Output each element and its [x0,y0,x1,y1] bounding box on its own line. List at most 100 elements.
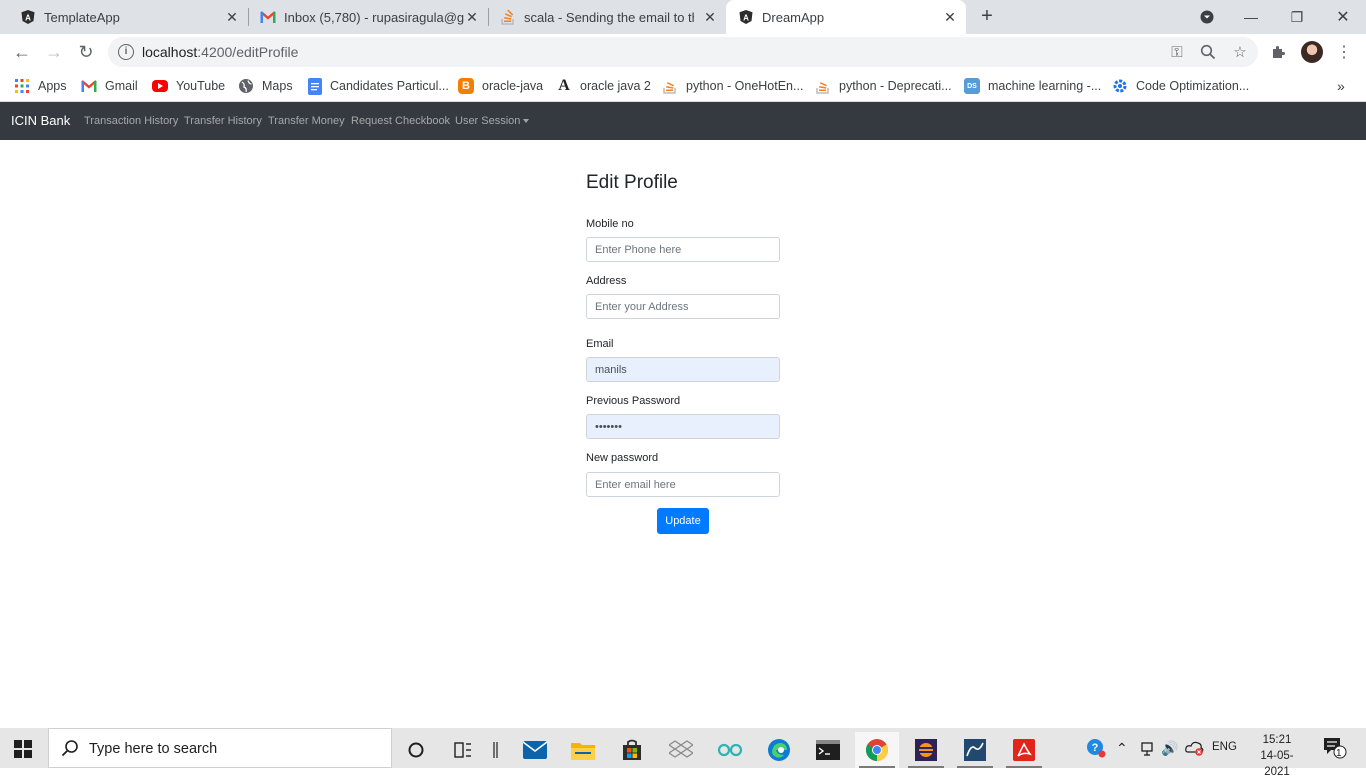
bookmark-oracle-java-2[interactable]: A oracle java 2 [556,76,651,96]
tab-templateapp[interactable]: A TemplateApp ✕ [8,0,248,34]
notification-center-icon[interactable] [1323,737,1347,762]
help-icon[interactable]: ? [1086,738,1106,761]
browser-tab-strip: A TemplateApp ✕ Inbox (5,780) - rupasira… [0,0,1366,34]
new-password-label: New password [586,452,659,464]
email-label: Email [586,338,614,350]
forward-arrow-icon[interactable]: → [40,38,68,66]
url-text[interactable]: localhost:4200/editProfile [142,44,298,60]
stackoverflow-icon [662,78,678,94]
nav-transfer-history[interactable]: Transfer History [184,115,262,127]
gmail-icon [81,78,97,94]
bookmark-oracle-java[interactable]: B oracle-java [458,76,543,96]
font-a-icon: A [558,77,570,94]
zoom-icon[interactable] [1199,43,1217,61]
bookmark-python-onehot[interactable]: python - OneHotEn... [662,76,803,96]
windows-start-icon[interactable] [14,740,32,758]
stackoverflow-icon [815,78,831,94]
browser-toolbar: ← → ↻ i localhost:4200/editProfile ⚿ ☆ ⋮ [0,34,1366,70]
mobile-label: Mobile no [586,218,634,230]
caret-down-icon [523,119,530,124]
close-tab-icon[interactable]: ✕ [464,9,480,25]
update-button[interactable]: Update [657,508,709,534]
onedrive-error-icon[interactable] [1185,740,1205,759]
tab-dreamapp[interactable]: A DreamApp ✕ [726,0,966,34]
acrobat-reader-icon[interactable] [1002,732,1046,768]
eclipse-ide-icon[interactable] [904,732,948,768]
new-password-input[interactable] [586,472,780,497]
minimize-button[interactable]: — [1228,0,1274,34]
close-tab-icon[interactable]: ✕ [224,9,240,25]
microsoft-store-icon[interactable] [610,732,654,768]
chrome-icon[interactable] [855,732,899,768]
chrome-menu-icon[interactable]: ⋮ [1334,42,1354,62]
address-input[interactable] [586,294,780,319]
more-bookmarks-chevron-icon[interactable]: » [1337,76,1345,96]
address-bar[interactable]: i localhost:4200/editProfile ⚿ ☆ [108,37,1258,67]
cortana-icon[interactable] [394,732,438,768]
file-explorer-icon[interactable] [561,732,605,768]
arduino-icon[interactable] [708,732,752,768]
bookmark-maps[interactable]: Maps [238,76,293,96]
nav-request-checkbook[interactable]: Request Checkbook [351,115,450,127]
nav-user-session-dropdown[interactable]: User Session [455,115,530,127]
angular-icon: A [738,9,754,25]
taskbar-search-box[interactable]: Type here to search [48,728,392,768]
bookmark-code-optimization[interactable]: Code Optimization... [1112,76,1249,96]
site-info-icon[interactable]: i [118,44,134,60]
close-tab-icon[interactable]: ✕ [702,9,718,25]
app-navbar: ICIN Bank Transaction History Transfer H… [0,102,1366,140]
apps-grid-icon [14,78,30,94]
chevron-up-icon[interactable]: ⌃ [1116,740,1128,757]
bookmark-youtube[interactable]: YouTube [152,76,225,96]
nav-transfer-money[interactable]: Transfer Money [268,115,345,127]
mail-icon[interactable] [513,732,557,768]
bookmark-python-deprecation[interactable]: python - Deprecati... [815,76,952,96]
mysql-workbench-icon[interactable] [953,732,997,768]
previous-password-label: Previous Password [586,395,681,407]
address-label: Address [586,275,627,287]
google-docs-icon [308,77,322,95]
bookmark-candidates[interactable]: Candidates Particul... [308,76,449,96]
extensions-puzzle-icon[interactable] [1269,42,1289,62]
tab-search-icon[interactable] [1184,0,1230,34]
tab-stackoverflow[interactable]: scala - Sending the email to the f ✕ [488,0,726,34]
network-icon[interactable] [1139,740,1155,759]
widget-divider-icon[interactable] [474,732,518,768]
svg-text:A: A [25,14,31,23]
notification-count-badge: 1 [1336,748,1342,759]
back-arrow-icon[interactable]: ← [8,38,36,66]
stackoverflow-icon [500,9,516,25]
bookmark-gmail[interactable]: Gmail [81,76,138,96]
previous-password-input[interactable] [586,414,780,439]
datascience-icon: DS [964,78,980,94]
nav-transaction-history[interactable]: Transaction History [84,115,178,127]
restore-button[interactable]: ❐ [1274,0,1320,34]
youtube-icon [152,80,168,92]
new-tab-button[interactable]: + [976,6,998,28]
mobile-input[interactable] [586,237,780,262]
volume-icon[interactable]: 🔊 [1161,740,1178,757]
profile-avatar[interactable] [1301,41,1323,63]
language-indicator[interactable]: ENG [1212,741,1237,753]
svg-text:A: A [743,14,749,23]
gear-icon [1112,78,1128,94]
search-icon [61,739,79,762]
email-input[interactable] [586,357,780,382]
bookmarks-bar: Apps Gmail YouTube Maps Candidates Parti… [0,70,1366,102]
bookmark-star-icon[interactable]: ☆ [1231,43,1249,61]
edge-browser-icon[interactable] [757,732,801,768]
blogger-icon: B [458,78,474,94]
tab-gmail-inbox[interactable]: Inbox (5,780) - rupasiragula@gm ✕ [248,0,488,34]
close-tab-icon[interactable]: ✕ [942,9,958,25]
navbar-brand[interactable]: ICIN Bank [11,113,70,128]
page-title: Edit Profile [586,172,678,193]
system-clock[interactable]: 15:21 14-05-2021 [1248,732,1306,780]
dropbox-icon[interactable] [659,732,703,768]
bookmark-apps[interactable]: Apps [14,76,67,96]
globe-icon [238,78,254,94]
bookmark-machine-learning[interactable]: DS machine learning -... [964,76,1101,96]
reload-icon[interactable]: ↻ [72,38,100,66]
key-icon[interactable]: ⚿ [1168,43,1186,61]
close-window-button[interactable]: ✕ [1320,0,1366,34]
command-prompt-icon[interactable] [806,732,850,768]
